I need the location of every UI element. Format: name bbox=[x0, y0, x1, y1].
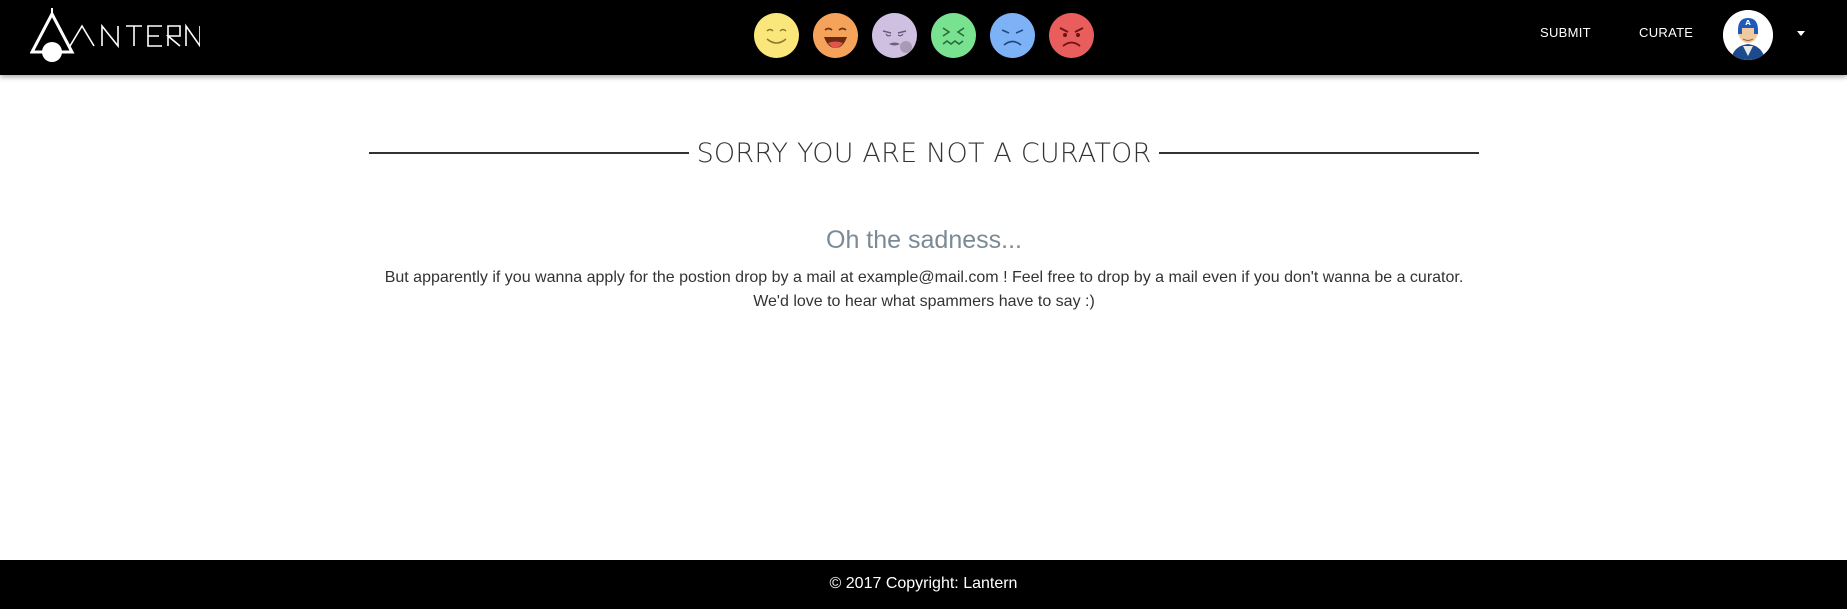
footer: © 2017 Copyright: Lantern bbox=[0, 560, 1847, 609]
svg-text:A: A bbox=[1745, 19, 1751, 27]
page-title: SORRY YOU ARE NOT A CURATOR bbox=[696, 137, 1152, 169]
navbar: SUBMIT CURATE A bbox=[0, 0, 1847, 75]
user-avatar-icon[interactable]: A bbox=[1723, 10, 1773, 60]
curate-link[interactable]: CURATE bbox=[1639, 25, 1693, 40]
sleepy-face-icon[interactable] bbox=[872, 13, 917, 58]
title-divider-left bbox=[369, 152, 689, 154]
submit-link[interactable]: SUBMIT bbox=[1540, 25, 1591, 40]
footer-copyright: © 2017 Copyright: Lantern bbox=[829, 575, 1018, 592]
happy-face-icon[interactable] bbox=[754, 13, 799, 58]
angry-face-icon[interactable] bbox=[1049, 13, 1094, 58]
page-subtitle: Oh the sadness... bbox=[826, 226, 1022, 254]
laughing-face-icon[interactable] bbox=[813, 13, 858, 58]
caret-down-icon[interactable] bbox=[1797, 31, 1805, 36]
curator-message: But apparently if you wanna apply for th… bbox=[384, 269, 1464, 310]
lantern-logo[interactable] bbox=[30, 8, 200, 64]
title-divider-right bbox=[1159, 152, 1480, 154]
nauseated-face-icon[interactable] bbox=[931, 13, 976, 58]
mood-filter-bar bbox=[754, 13, 1094, 59]
lantern-logo-icon bbox=[30, 8, 200, 62]
sad-face-icon[interactable] bbox=[990, 13, 1035, 58]
page-title-row: SORRY YOU ARE NOT A CURATOR bbox=[369, 133, 1480, 173]
